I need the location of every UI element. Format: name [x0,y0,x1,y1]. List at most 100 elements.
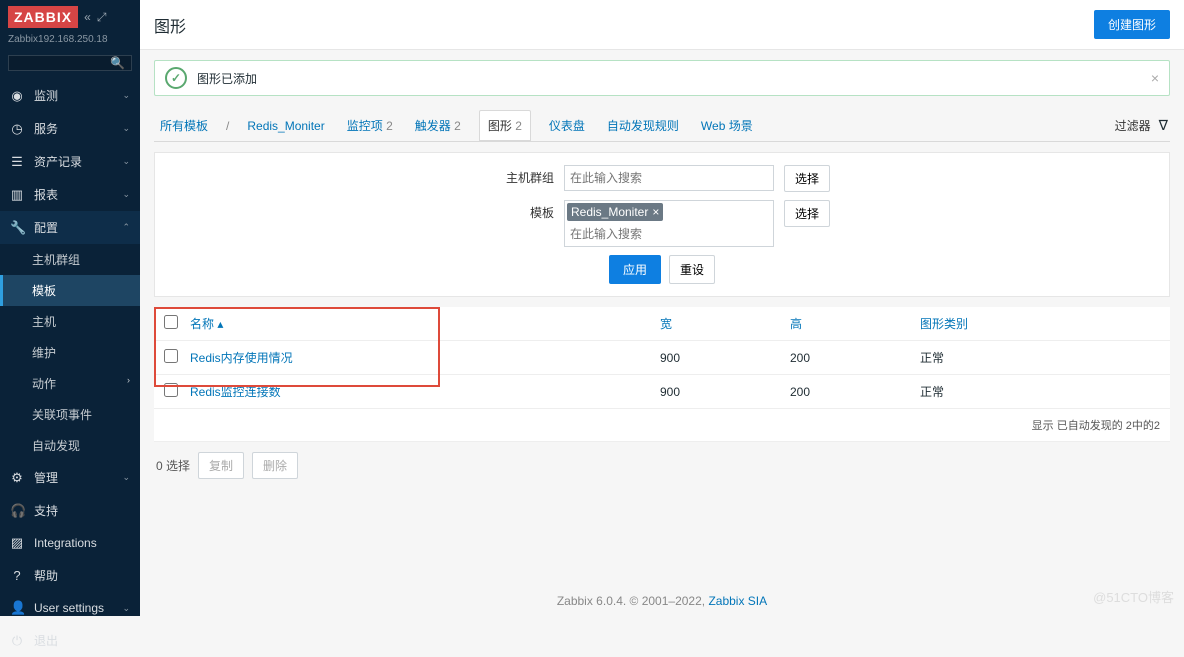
search-icon: 🔍 [110,56,125,70]
cell-height: 200 [790,351,920,365]
chart-icon: ▥ [10,187,24,203]
filter-icon[interactable]: ∇ [1159,117,1168,134]
check-icon: ✓ [165,67,187,89]
table-header: 名称 ▴ 宽 高 图形类别 [154,307,1170,341]
logo-row: ZABBIX « ⤢ [0,0,140,34]
cell-width: 900 [660,385,790,399]
collapse-icon[interactable]: « [84,10,91,25]
server-label: Zabbix192.168.250.18 [0,34,140,51]
tab-web[interactable]: Web 场景 [697,111,757,140]
vendor-link[interactable]: Zabbix SIA [708,594,767,608]
clock-icon: ◷ [10,121,24,137]
chevron-down-icon: ⌄ [122,156,130,167]
hostgroup-input[interactable] [564,165,774,191]
tab-dashboards[interactable]: 仪表盘 [545,111,589,140]
remove-tag-icon[interactable]: × [652,205,659,219]
bc-all-templates[interactable]: 所有模板 [156,111,212,140]
nav-logout[interactable]: ⏻退出 [0,624,140,657]
selection-bar: 0 选择 复制 删除 [154,442,1170,489]
tab-graphs[interactable]: 图形 2 [479,110,531,142]
copy-button[interactable]: 复制 [198,452,244,479]
chevron-down-icon: ⌄ [122,472,130,483]
eye-icon: ◉ [10,88,24,104]
col-type[interactable]: 图形类别 [920,317,968,331]
nav-inventory[interactable]: ☰资产记录⌄ [0,145,140,178]
logo: ZABBIX [8,6,78,28]
gear-icon: ⚙ [10,470,24,486]
chevron-down-icon: ⌄ [122,90,130,101]
tab-triggers[interactable]: 触发器 2 [411,111,465,140]
nav-user[interactable]: 👤User settings⌄ [0,592,140,624]
nav-monitor[interactable]: ◉监测⌄ [0,79,140,112]
sub-templates[interactable]: 模板 [0,275,140,306]
filter-panel: 主机群组 选择 模板 Redis_Moniter× 选择 [154,152,1170,297]
table-footer: 显示 已自动发现的 2中的2 [154,409,1170,442]
sidebar: ZABBIX « ⤢ Zabbix192.168.250.18 🔍 ◉监测⌄ ◷… [0,0,140,616]
global-search[interactable]: 🔍 [8,55,132,71]
graphs-table: 名称 ▴ 宽 高 图形类别 Redis内存使用情况 900 200 正常 Red… [154,307,1170,442]
headset-icon: 🎧 [10,503,24,519]
sub-maintenance[interactable]: 维护 [0,337,140,368]
nav-integrations[interactable]: ▨Integrations [0,527,140,559]
row-checkbox[interactable] [164,383,178,397]
chevron-down-icon: ⌄ [122,189,130,200]
apply-button[interactable]: 应用 [609,255,661,284]
sub-correlation[interactable]: 关联项事件 [0,399,140,430]
sort-asc-icon: ▴ [217,317,223,331]
main-area: 图形 创建图形 ✓ 图形已添加 × 所有模板 / Redis_Moniter 监… [140,0,1184,616]
create-graph-button[interactable]: 创建图形 [1094,10,1170,39]
graph-link[interactable]: Redis内存使用情况 [190,351,293,365]
nav-help[interactable]: ?帮助 [0,559,140,592]
table-row: Redis内存使用情况 900 200 正常 [154,341,1170,375]
col-name[interactable]: 名称 ▴ [190,317,223,331]
table-row: Redis监控连接数 900 200 正常 [154,375,1170,409]
hostgroup-select-button[interactable]: 选择 [784,165,830,192]
cell-width: 900 [660,351,790,365]
content: ✓ 图形已添加 × 所有模板 / Redis_Moniter 监控项 2 触发器… [140,50,1184,586]
nav-support[interactable]: 🎧支持 [0,494,140,527]
power-icon: ⏻ [10,633,24,649]
message-text: 图形已添加 [197,70,257,87]
expand-icon[interactable]: ⤢ [97,10,107,25]
success-message: ✓ 图形已添加 × [154,60,1170,96]
page-footer: Zabbix 6.0.4. © 2001–2022, Zabbix SIA [140,586,1184,616]
delete-button[interactable]: 删除 [252,452,298,479]
nav-config[interactable]: 🔧配置⌃ [0,211,140,244]
col-width[interactable]: 宽 [660,317,672,331]
selection-count: 0 选择 [156,457,190,474]
sub-hostgroups[interactable]: 主机群组 [0,244,140,275]
chevron-down-icon: ⌄ [122,123,130,134]
filter-label[interactable]: 过滤器 [1115,117,1151,134]
graph-link[interactable]: Redis监控连接数 [190,385,281,399]
cell-type: 正常 [920,383,1160,400]
template-input[interactable]: Redis_Moniter× [564,200,774,247]
nav-reports[interactable]: ▥报表⌄ [0,178,140,211]
row-checkbox[interactable] [164,349,178,363]
select-all-checkbox[interactable] [164,315,178,329]
sub-actions[interactable]: 动作› [0,368,140,399]
tab-items[interactable]: 监控项 2 [343,111,397,140]
nav-admin[interactable]: ⚙管理⌄ [0,461,140,494]
template-select-button[interactable]: 选择 [784,200,830,227]
cell-type: 正常 [920,349,1160,366]
wrench-icon: 🔧 [10,220,24,236]
page-title: 图形 [154,13,1094,37]
chevron-down-icon: ⌄ [122,603,130,614]
template-field[interactable] [567,224,771,244]
sub-discovery[interactable]: 自动发现 [0,430,140,461]
cell-height: 200 [790,385,920,399]
watermark: @51CTO博客 [1093,587,1174,606]
sub-hosts[interactable]: 主机 [0,306,140,337]
question-icon: ? [10,568,24,583]
user-icon: 👤 [10,600,24,616]
chevron-right-icon: › [127,375,130,392]
tab-discovery[interactable]: 自动发现规则 [603,111,683,140]
hostgroup-field[interactable] [567,168,771,188]
nav-service[interactable]: ◷服务⌄ [0,112,140,145]
chevron-up-icon: ⌃ [122,222,130,233]
header: 图形 创建图形 [140,0,1184,50]
col-height[interactable]: 高 [790,317,802,331]
close-icon[interactable]: × [1151,70,1159,86]
reset-button[interactable]: 重设 [669,255,715,284]
bc-template[interactable]: Redis_Moniter [243,113,328,139]
